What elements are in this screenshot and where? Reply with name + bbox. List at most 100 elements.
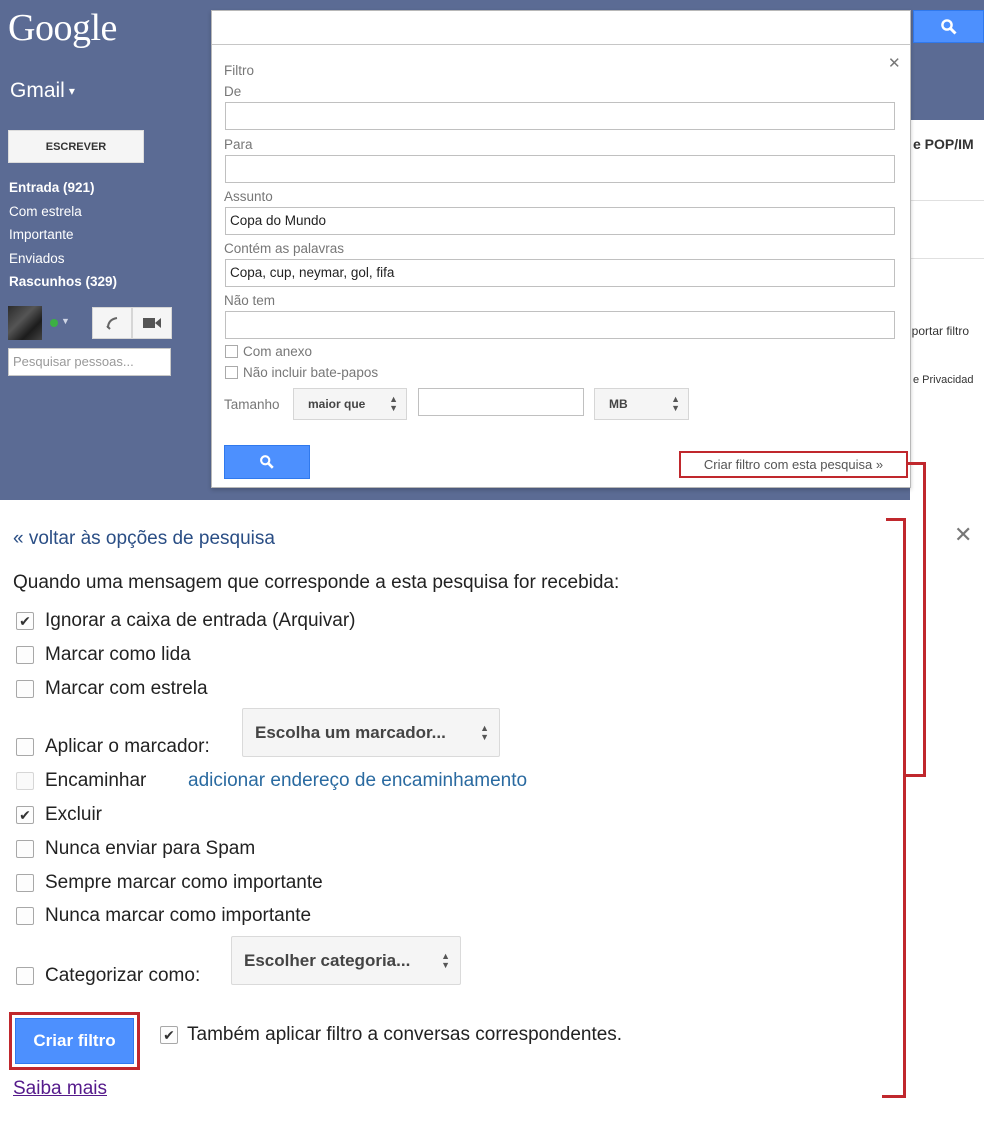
back-to-search-options-link[interactable]: « voltar às opções de pesquisa <box>13 528 275 550</box>
category-select-value: Escolher categoria... <box>244 950 411 970</box>
background-pop-text: e POP/IM <box>913 136 974 152</box>
option-label: Excluir <box>45 804 103 825</box>
subject-field[interactable]: Copa do Mundo <box>225 207 895 235</box>
video-camera-icon <box>143 318 161 328</box>
call-button[interactable] <box>92 307 132 339</box>
annotation-line <box>923 462 926 777</box>
option-label: Marcar com estrela <box>45 678 208 699</box>
option-star[interactable]: Marcar com estrela <box>16 678 208 700</box>
has-attachment-label: Com anexo <box>243 344 313 359</box>
google-logo[interactable]: Google <box>8 6 117 50</box>
chat-controls: ▼ <box>8 306 178 340</box>
gmail-menu[interactable]: Gmail ▾ <box>10 79 75 103</box>
background-content <box>910 120 984 500</box>
to-field[interactable] <box>225 155 895 183</box>
option-label: Ignorar a caixa de entrada (Arquivar) <box>45 610 356 631</box>
has-attachment-checkbox[interactable]: Com anexo <box>225 344 312 359</box>
checkbox-checked-icon[interactable] <box>16 612 34 630</box>
video-button[interactable] <box>132 307 172 339</box>
checkbox-icon[interactable] <box>16 738 34 756</box>
size-label: Tamanho <box>224 397 280 412</box>
online-status-icon[interactable] <box>50 319 58 327</box>
to-label: Para <box>224 137 253 152</box>
has-words-field[interactable]: Copa, cup, neymar, gol, fifa <box>225 259 895 287</box>
up-down-arrows-icon: ▲ ▼ <box>480 722 489 742</box>
checkbox-icon[interactable] <box>16 646 34 664</box>
label-select[interactable]: Escolha um marcador... ▲ ▼ <box>242 708 500 757</box>
size-value-field[interactable] <box>418 388 584 416</box>
sidebar-item-starred[interactable]: Com estrela <box>9 202 199 226</box>
checkbox-icon[interactable] <box>16 680 34 698</box>
search-button[interactable] <box>224 445 310 479</box>
people-search-input[interactable]: Pesquisar pessoas... <box>8 348 171 376</box>
background-privacy-text[interactable]: e Privacidad <box>913 374 974 386</box>
create-filter-button[interactable]: Criar filtro <box>15 1018 134 1064</box>
annotation-line <box>904 774 926 777</box>
search-icon <box>940 18 957 35</box>
sidebar-item-sent[interactable]: Enviados <box>9 249 199 273</box>
sidebar-item-inbox[interactable]: Entrada (921) <box>9 178 199 202</box>
size-unit-select[interactable]: MB ▲ ▼ <box>594 388 689 420</box>
compose-button[interactable]: ESCREVER <box>8 130 144 163</box>
category-select[interactable]: Escolher categoria... ▲ ▼ <box>231 936 461 985</box>
close-icon[interactable]: ✕ <box>954 522 972 548</box>
filter-intro-text: Quando uma mensagem que corresponde a es… <box>13 572 620 593</box>
background-import-text[interactable]: iportar filtro <box>909 324 969 338</box>
option-categorize[interactable]: Categorizar como: <box>16 965 200 987</box>
option-label: Aplicar o marcador: <box>45 736 210 757</box>
add-forwarding-address-link[interactable]: adicionar endereço de encaminhamento <box>188 770 527 792</box>
from-label: De <box>224 84 242 99</box>
create-filter-link[interactable]: Criar filtro com esta pesquisa » <box>679 451 908 478</box>
caret-down-icon[interactable]: ▼ <box>61 316 70 326</box>
option-apply-label[interactable]: Aplicar o marcador: <box>16 736 210 758</box>
search-icon <box>260 455 274 469</box>
up-down-arrows-icon: ▲ ▼ <box>441 950 450 970</box>
search-options-panel: ✕ Filtro De Para Assunto Copa do Mundo C… <box>211 10 911 488</box>
option-label: Categorizar como: <box>45 965 201 986</box>
size-unit-value: MB <box>609 397 628 411</box>
label-select-value: Escolha um marcador... <box>255 722 446 742</box>
checkbox-icon[interactable] <box>16 874 34 892</box>
option-skip-inbox[interactable]: Ignorar a caixa de entrada (Arquivar) <box>16 610 356 632</box>
option-label: Nunca marcar como importante <box>45 905 312 926</box>
checkbox-disabled-icon <box>16 772 34 790</box>
option-delete[interactable]: Excluir <box>16 804 102 826</box>
top-search-button[interactable] <box>913 10 984 43</box>
size-operator-select[interactable]: maior que ▲ ▼ <box>293 388 407 420</box>
option-never-important[interactable]: Nunca marcar como importante <box>16 905 311 927</box>
gmail-background: Google Gmail ▾ ESCREVER Entrada (921) Com… <box>0 0 984 500</box>
gmail-label: Gmail <box>10 79 65 102</box>
sidebar-item-important[interactable]: Importante <box>9 225 199 249</box>
sidebar-item-drafts[interactable]: Rascunhos (329) <box>9 272 199 296</box>
annotation-bracket <box>903 518 906 1098</box>
option-mark-read[interactable]: Marcar como lida <box>16 644 191 666</box>
no-chats-label: Não incluir bate-papos <box>243 365 379 380</box>
avatar[interactable] <box>8 306 42 340</box>
checkbox-icon[interactable] <box>16 967 34 985</box>
option-label: Marcar como lida <box>45 644 191 665</box>
subject-label: Assunto <box>224 189 273 204</box>
option-never-spam[interactable]: Nunca enviar para Spam <box>16 838 255 860</box>
no-chats-checkbox[interactable]: Não incluir bate-papos <box>225 365 378 380</box>
doesnt-have-field[interactable] <box>225 311 895 339</box>
checkbox-icon[interactable] <box>16 907 34 925</box>
doesnt-have-label: Não tem <box>224 293 276 308</box>
option-always-important[interactable]: Sempre marcar como importante <box>16 872 323 894</box>
search-bar[interactable] <box>212 11 910 45</box>
caret-down-icon: ▾ <box>68 84 75 99</box>
checkbox-checked-icon[interactable] <box>16 806 34 824</box>
option-label: Encaminhar <box>45 770 147 791</box>
up-down-arrows-icon: ▲ ▼ <box>389 394 398 413</box>
from-field[interactable] <box>225 102 895 130</box>
learn-more-link[interactable]: Saiba mais <box>13 1078 107 1100</box>
phone-icon <box>106 317 118 330</box>
also-apply-checkbox[interactable]: Também aplicar filtro a conversas corres… <box>160 1024 622 1046</box>
option-label: Nunca enviar para Spam <box>45 838 256 859</box>
checkbox-icon <box>225 366 238 379</box>
close-icon[interactable]: ✕ <box>888 54 901 72</box>
checkbox-icon[interactable] <box>16 840 34 858</box>
checkbox-checked-icon[interactable] <box>160 1026 178 1044</box>
divider <box>910 258 984 259</box>
up-down-arrows-icon: ▲ ▼ <box>671 394 680 413</box>
annotation-bracket <box>882 1095 906 1098</box>
